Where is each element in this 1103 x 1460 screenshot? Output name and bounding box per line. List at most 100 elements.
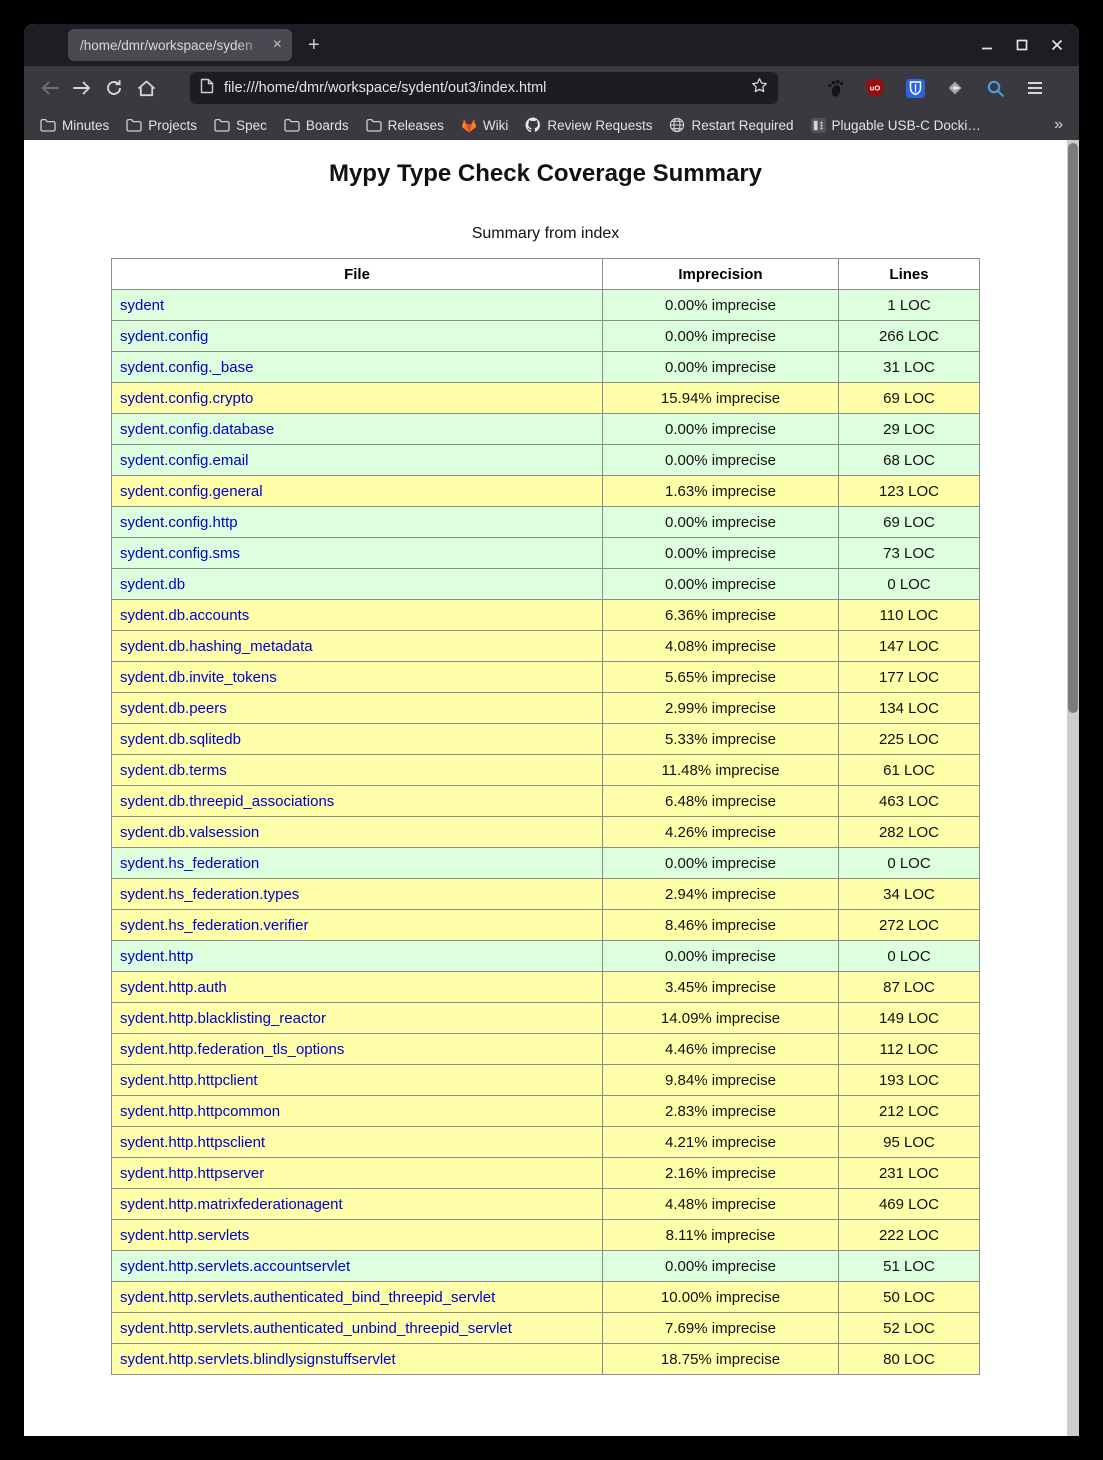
- folder-icon: [40, 118, 56, 132]
- menu-hamburger-icon[interactable]: [1022, 72, 1048, 104]
- bitwarden-icon[interactable]: [902, 72, 928, 104]
- file-link[interactable]: sydent.db.threepid_associations: [120, 793, 334, 810]
- url-bar[interactable]: file:///home/dmr/workspace/sydent/out3/i…: [190, 72, 778, 104]
- file-link[interactable]: sydent.http.federation_tls_options: [120, 1041, 344, 1058]
- gray-extension-icon[interactable]: [942, 72, 968, 104]
- file-cell: sydent.db.hashing_metadata: [112, 631, 603, 662]
- back-icon[interactable]: [34, 72, 66, 104]
- imprecision-cell: 0.00% imprecise: [603, 321, 839, 352]
- file-link[interactable]: sydent.http.matrixfederationagent: [120, 1196, 343, 1213]
- bookmark-item[interactable]: Restart Required: [669, 117, 793, 133]
- file-link[interactable]: sydent: [120, 297, 164, 314]
- table-row: sydent.http.servlets.authenticated_unbin…: [112, 1313, 980, 1344]
- bookmark-item[interactable]: Review Requests: [525, 117, 652, 133]
- tab-title: /home/dmr/workspace/syden: [80, 38, 271, 53]
- gnome-extension-icon[interactable]: [822, 72, 848, 104]
- imprecision-cell: 8.46% imprecise: [603, 910, 839, 941]
- bookmark-item[interactable]: Spec: [214, 118, 267, 133]
- bookmark-item[interactable]: Plugable USB-C Docki…: [811, 118, 981, 133]
- file-link[interactable]: sydent.db.valsession: [120, 824, 259, 841]
- file-link[interactable]: sydent.http.servlets.authenticated_unbin…: [120, 1320, 512, 1337]
- page-subtitle: Summary from index: [24, 225, 1067, 243]
- file-link[interactable]: sydent.hs_federation: [120, 855, 259, 872]
- file-link[interactable]: sydent.hs_federation.types: [120, 886, 299, 903]
- file-link[interactable]: sydent.http.servlets.accountservlet: [120, 1258, 350, 1275]
- file-link[interactable]: sydent.http.httpclient: [120, 1072, 258, 1089]
- close-button[interactable]: [1051, 39, 1063, 51]
- table-row: sydent.http.matrixfederationagent4.48% i…: [112, 1189, 980, 1220]
- minimize-button[interactable]: [981, 39, 993, 51]
- file-cell: sydent.hs_federation.verifier: [112, 910, 603, 941]
- file-link[interactable]: sydent.http.httpserver: [120, 1165, 264, 1182]
- file-link[interactable]: sydent.db.accounts: [120, 607, 249, 624]
- file-link[interactable]: sydent.http.servlets.blindlysignstuffser…: [120, 1351, 396, 1368]
- lines-cell: 0 LOC: [839, 569, 980, 600]
- bookmark-star-icon[interactable]: [751, 77, 768, 99]
- bookmark-item[interactable]: Releases: [366, 118, 444, 133]
- file-link[interactable]: sydent.config.http: [120, 514, 238, 531]
- file-link[interactable]: sydent.config: [120, 328, 208, 345]
- imprecision-cell: 4.08% imprecise: [603, 631, 839, 662]
- file-link[interactable]: sydent.db.invite_tokens: [120, 669, 277, 686]
- bookmark-item[interactable]: Wiki: [461, 118, 509, 133]
- bookmark-item[interactable]: Minutes: [40, 118, 109, 133]
- file-cell: sydent.http.servlets.authenticated_unbin…: [112, 1313, 603, 1344]
- new-tab-button[interactable]: +: [308, 35, 320, 55]
- file-link[interactable]: sydent.config._base: [120, 359, 253, 376]
- reload-icon[interactable]: [98, 72, 130, 104]
- file-link[interactable]: sydent.http.httpsclient: [120, 1134, 265, 1151]
- ublock-origin-icon[interactable]: uO: [862, 72, 888, 104]
- file-link[interactable]: sydent.http.auth: [120, 979, 227, 996]
- lines-cell: 112 LOC: [839, 1034, 980, 1065]
- bookmark-item[interactable]: Projects: [126, 118, 197, 133]
- imprecision-cell: 10.00% imprecise: [603, 1282, 839, 1313]
- bookmarks-overflow-chevron[interactable]: »: [1054, 116, 1063, 134]
- browser-window: /home/dmr/workspace/syden × +: [24, 24, 1079, 1436]
- file-link[interactable]: sydent.config.sms: [120, 545, 240, 562]
- bookmark-item[interactable]: Boards: [284, 118, 349, 133]
- file-link[interactable]: sydent.http: [120, 948, 193, 965]
- coverage-table-body: sydent0.00% imprecise1 LOCsydent.config0…: [112, 290, 980, 1375]
- imprecision-cell: 4.26% imprecise: [603, 817, 839, 848]
- tab-close-icon[interactable]: ×: [271, 35, 284, 55]
- file-cell: sydent.db.valsession: [112, 817, 603, 848]
- url-text[interactable]: file:///home/dmr/workspace/sydent/out3/i…: [224, 80, 751, 96]
- search-icon[interactable]: [982, 72, 1008, 104]
- file-link[interactable]: sydent.http.blacklisting_reactor: [120, 1010, 326, 1027]
- file-link[interactable]: sydent.db.sqlitedb: [120, 731, 241, 748]
- imprecision-cell: 0.00% imprecise: [603, 941, 839, 972]
- table-row: sydent.config.database0.00% imprecise29 …: [112, 414, 980, 445]
- file-cell: sydent.http.httpsclient: [112, 1127, 603, 1158]
- maximize-button[interactable]: [1016, 39, 1028, 51]
- file-link[interactable]: sydent.db.terms: [120, 762, 227, 779]
- file-link[interactable]: sydent.config.crypto: [120, 390, 253, 407]
- file-link[interactable]: sydent.config.email: [120, 452, 248, 469]
- favicon-icon: [811, 118, 826, 133]
- file-link[interactable]: sydent.db.hashing_metadata: [120, 638, 313, 655]
- file-link[interactable]: sydent.http.httpcommon: [120, 1103, 280, 1120]
- home-icon[interactable]: [130, 72, 162, 104]
- file-link[interactable]: sydent.hs_federation.verifier: [120, 917, 308, 934]
- table-row: sydent.http.servlets8.11% imprecise222 L…: [112, 1220, 980, 1251]
- table-row: sydent.db0.00% imprecise0 LOC: [112, 569, 980, 600]
- file-cell: sydent.http.servlets: [112, 1220, 603, 1251]
- table-row: sydent.http.httpserver2.16% imprecise231…: [112, 1158, 980, 1189]
- lines-cell: 149 LOC: [839, 1003, 980, 1034]
- file-link[interactable]: sydent.db: [120, 576, 185, 593]
- file-link[interactable]: sydent.config.database: [120, 421, 274, 438]
- file-link[interactable]: sydent.http.servlets: [120, 1227, 249, 1244]
- forward-icon[interactable]: [66, 72, 98, 104]
- page-scrollbar[interactable]: [1067, 140, 1079, 1436]
- table-row: sydent.db.valsession 4.26% imprecise282 L…: [112, 817, 980, 848]
- table-row: sydent.config.sms0.00% imprecise73 LOC: [112, 538, 980, 569]
- lines-cell: 282 LOC: [839, 817, 980, 848]
- lines-cell: 87 LOC: [839, 972, 980, 1003]
- browser-tab[interactable]: /home/dmr/workspace/syden ×: [68, 29, 292, 61]
- file-link[interactable]: sydent.http.servlets.authenticated_bind_…: [120, 1289, 495, 1306]
- table-row: sydent.http.servlets.authenticated_bind_…: [112, 1282, 980, 1313]
- file-link[interactable]: sydent.db.peers: [120, 700, 227, 717]
- lines-cell: 177 LOC: [839, 662, 980, 693]
- table-row: sydent.hs_federation0.00% imprecise0 LOC: [112, 848, 980, 879]
- file-link[interactable]: sydent.config.general: [120, 483, 263, 500]
- scrollbar-thumb[interactable]: [1068, 143, 1078, 713]
